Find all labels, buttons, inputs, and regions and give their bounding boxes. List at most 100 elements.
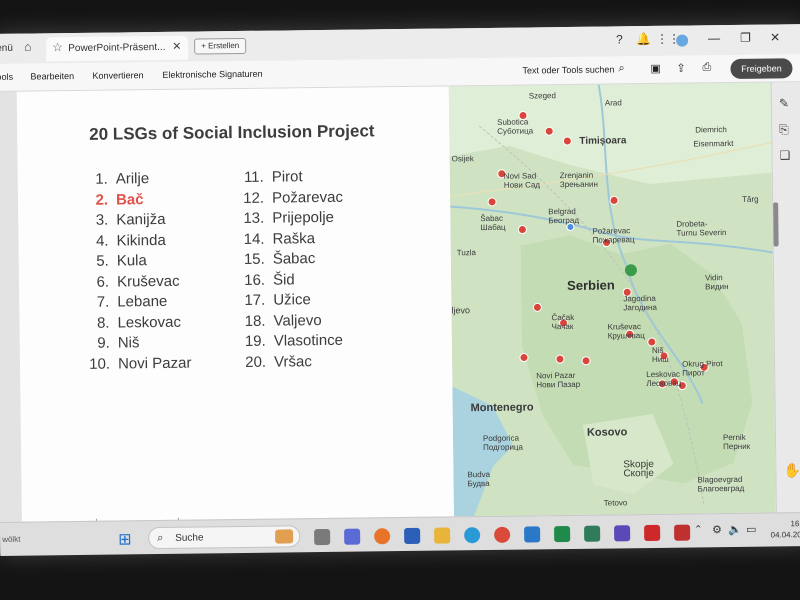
outlook-icon[interactable] [524,526,541,543]
map-label: Eisenmarkt [693,138,734,149]
map-label: Timișoara [579,135,627,147]
slide-content: 20 LSGs of Social Inclusion Project 1. Ar… [16,86,454,526]
lsg-list-column-1: 1. Arilje 2. Bač 3. Kanijža 4. Kikinda 5. Kul… [82,170,192,376]
list-item: 12. Požarevac [243,188,343,207]
map-label: Niš Ниш [651,345,669,364]
list-item: 16. Šid [244,270,295,289]
list-item: 7. Lebane [96,292,168,311]
map-label: Belgrad Београд [548,206,580,226]
list-item: 4. Kikinda [95,231,166,250]
map-marker [555,354,565,364]
bell-icon[interactable]: 🔔 [636,32,651,46]
map-marker [517,225,527,235]
map-label: Novi Pazar Нови Пазар [536,370,581,390]
map-marker [544,126,554,136]
map-country-label: Serbien [567,277,615,294]
map-label: Drobeta- Turnu Severin [676,219,727,238]
windows-start-icon[interactable]: ⊞ [118,529,132,549]
map-label: Zrenjanin Зрењанин [559,170,598,190]
maximize-icon[interactable]: ❐ [740,31,751,45]
list-item: 14. Raška [243,229,316,248]
firefox-icon[interactable] [374,528,391,545]
list-item: 8. Leskovac [96,313,182,332]
list-item: 10. Novi Pazar [89,354,192,373]
powerpoint-icon[interactable] [674,524,691,541]
list-item: 11. Pirot [243,168,303,186]
menu-convert[interactable]: Konvertieren [92,70,143,81]
word-icon[interactable] [404,527,421,545]
list-item: 20. Vršac [245,352,312,371]
acrobat-icon[interactable] [644,524,661,542]
map-label: ljevo [451,305,470,316]
taskbar-search[interactable]: ⌕ Suche [148,525,301,550]
excel-icon[interactable] [554,525,571,543]
briefcase-icon [275,529,294,544]
clock-date: 04.04.202 [770,530,800,540]
battery-icon[interactable]: ▭ [746,523,757,536]
map-label: Diemrich [695,125,727,135]
map-label: Podgorica Подгорица [482,433,523,453]
bookmark-icon[interactable]: ⎘ [779,122,789,137]
list-item: 6. Kruševac [96,272,180,291]
upload-icon[interactable]: ⇪ [676,62,685,75]
app-icon[interactable] [494,526,511,543]
map-marker [519,353,529,363]
search-icon[interactable]: ⌕ [618,62,624,75]
teams-icon[interactable] [344,528,361,545]
file-explorer-icon[interactable] [434,527,451,544]
edge-icon[interactable] [464,527,481,544]
search-icon: ⌕ [157,531,164,545]
list-item: 9. Niš [97,334,140,352]
create-button[interactable]: + Erstellen [194,37,247,55]
close-tab-icon[interactable]: ✕ [172,40,181,53]
map-label: Osijek [451,154,474,164]
save-icon[interactable]: ▣ [650,62,661,75]
list-item: 5. Kula [96,252,147,270]
map-label: Szeged [528,91,556,101]
comment-icon[interactable]: ✎ [779,96,789,110]
list-item: 13. Prijepolje [243,208,335,227]
menu-edit[interactable]: Bearbeiten [30,71,74,82]
tab-powerpoint[interactable]: ☆ PowerPoint-Präsent... ✕ [46,35,189,62]
app-icon[interactable] [614,525,631,542]
avatar[interactable] [676,34,689,47]
menu-signatures[interactable]: Elektronische Signaturen [162,69,262,80]
list-item: 1. Arilje [95,170,150,188]
serbia-map: Szeged Arad Subotica Суботица Osijek Timi… [448,82,776,517]
right-tool-panel: ✎ ⎘ ❏ ✋ [770,82,800,513]
share-button[interactable]: Freigeben [730,58,793,80]
close-window-icon[interactable]: ✕ [770,30,780,44]
home-icon[interactable]: ⌂ [24,40,31,54]
menu-tools[interactable]: ools [0,72,13,82]
map-label: Kruševac Крушевац [607,322,645,341]
taskbar-clock[interactable]: 16:1 04.04.202 [762,518,800,541]
print-icon[interactable]: ⎙ [702,61,711,74]
pages-icon[interactable]: ❏ [779,148,790,162]
map-label: Tetovo [603,498,628,508]
volume-icon[interactable]: 🔈 [728,523,742,536]
task-view-icon[interactable] [314,528,331,546]
clock-time: 16:1 [790,519,800,529]
map-marker [532,302,542,312]
weather-label[interactable]: wölkt [2,535,20,544]
network-icon[interactable]: ⚙ [712,523,722,536]
scrollbar-thumb[interactable] [773,202,779,247]
chevron-up-icon[interactable]: ⌃ [694,524,703,535]
minimize-icon[interactable]: — [708,31,720,45]
map-label: Budva Будва [467,469,491,489]
map-label: Tuzla [456,248,477,258]
create-button-label: Erstellen [208,41,240,51]
list-item: 17. Užice [244,291,311,309]
star-icon[interactable]: ☆ [52,40,63,54]
help-icon[interactable]: ? [616,32,623,46]
project-icon[interactable] [584,525,601,542]
hand-tool-icon[interactable]: ✋ [783,462,800,479]
map-label: Leskovac Лесковац [646,369,682,389]
map-marker [562,136,572,146]
menu-label[interactable]: enü [0,43,13,54]
list-item: 3. Kanijža [95,210,166,229]
lsg-list-column-2: 11. Pirot 12. Požarevac 13. Prijepolje 14. R… [238,168,345,374]
tab-title: PowerPoint-Präsent... [68,41,166,55]
search-tools-label[interactable]: Text oder Tools suchen [522,64,614,75]
map-marker [581,356,591,366]
